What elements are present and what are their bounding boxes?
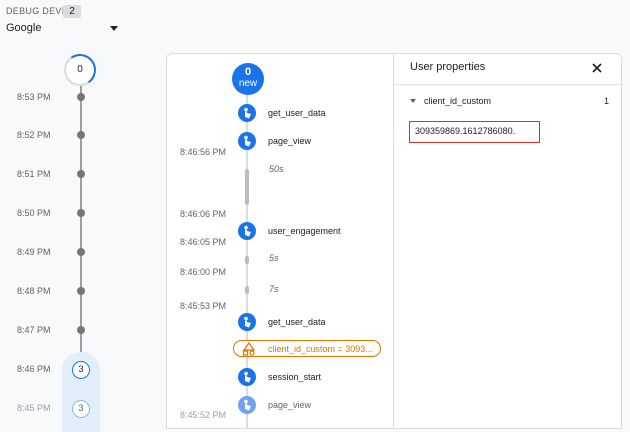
minute-event-count[interactable]: 3 bbox=[72, 361, 90, 379]
event-page-view[interactable]: page_view bbox=[268, 400, 311, 410]
caret-down-icon bbox=[110, 26, 118, 31]
event-timestamp: 8:45:52 PM bbox=[180, 410, 227, 420]
device-select[interactable]: Google bbox=[6, 18, 120, 38]
gap-bar bbox=[245, 286, 249, 294]
event-touch-icon bbox=[238, 132, 256, 150]
minute-event-count[interactable]: 3 bbox=[72, 400, 90, 418]
event-session-start[interactable]: session_start bbox=[268, 372, 321, 382]
user-property-pill[interactable]: client_id_custom = 3093... bbox=[233, 340, 381, 357]
event-touch-icon bbox=[238, 104, 256, 122]
minute-dot[interactable] bbox=[77, 170, 85, 178]
minutes-top-count: 0 bbox=[77, 64, 83, 75]
new-events-badge[interactable]: 0 new bbox=[232, 63, 264, 95]
minute-time: 8:45 PM bbox=[17, 403, 51, 413]
user-property-name[interactable]: client_id_custom bbox=[424, 96, 491, 106]
seconds-stream-panel: 0 new get_user_data page_view 8:46:56 PM… bbox=[166, 53, 393, 429]
event-touch-icon bbox=[238, 396, 256, 414]
user-properties-panel: User properties client_id_custom 1 30935… bbox=[393, 53, 622, 429]
divider bbox=[394, 84, 621, 85]
minute-time: 8:52 PM bbox=[17, 130, 51, 140]
minute-time: 8:53 PM bbox=[17, 92, 51, 102]
user-property-icon bbox=[242, 342, 256, 356]
event-touch-icon bbox=[238, 368, 256, 386]
device-select-value: Google bbox=[6, 22, 42, 34]
minute-dot[interactable] bbox=[77, 326, 85, 334]
minute-dot[interactable] bbox=[77, 248, 85, 256]
event-page-view[interactable]: page_view bbox=[268, 136, 311, 146]
minute-dot[interactable] bbox=[77, 93, 85, 101]
minute-dot[interactable] bbox=[77, 209, 85, 217]
user-property-value: 309359869.1612786080. bbox=[409, 121, 540, 143]
gap-duration: 7s bbox=[269, 284, 279, 294]
minute-dot[interactable] bbox=[77, 287, 85, 295]
minute-time: 8:51 PM bbox=[17, 169, 51, 179]
gap-duration: 50s bbox=[269, 164, 284, 174]
event-get-user-data[interactable]: get_user_data bbox=[268, 108, 326, 118]
event-timestamp: 8:46:06 PM bbox=[180, 209, 227, 219]
new-events-count: 0 bbox=[244, 66, 252, 78]
minute-dot[interactable] bbox=[77, 131, 85, 139]
user-property-count: 1 bbox=[604, 96, 610, 106]
event-touch-icon bbox=[238, 313, 256, 331]
minute-time: 8:47 PM bbox=[17, 325, 51, 335]
event-timestamp: 8:46:00 PM bbox=[180, 267, 227, 277]
new-events-label: new bbox=[238, 78, 258, 89]
minute-time: 8:46 PM bbox=[17, 364, 51, 374]
event-timestamp: 8:45:53 PM bbox=[180, 301, 227, 311]
user-properties-title: User properties bbox=[410, 61, 486, 73]
event-get-user-data[interactable]: get_user_data bbox=[268, 317, 326, 327]
event-user-engagement[interactable]: user_engagement bbox=[268, 226, 341, 236]
minute-time: 8:48 PM bbox=[17, 286, 51, 296]
debug-device-count-badge: 2 bbox=[63, 5, 81, 18]
minute-time: 8:49 PM bbox=[17, 247, 51, 257]
minutes-top-counter[interactable]: 0 bbox=[61, 51, 99, 89]
event-timestamp: 8:46:05 PM bbox=[180, 237, 227, 247]
expand-caret-icon[interactable] bbox=[410, 99, 416, 103]
event-touch-icon bbox=[238, 222, 256, 240]
gap-bar bbox=[245, 169, 249, 205]
minute-time: 8:50 PM bbox=[17, 208, 51, 218]
event-timestamp: 8:46:56 PM bbox=[180, 147, 227, 157]
gap-duration: 5s bbox=[269, 253, 279, 263]
close-icon[interactable] bbox=[590, 61, 604, 75]
gap-bar bbox=[245, 256, 249, 264]
user-property-pill-label: client_id_custom = 3093... bbox=[268, 344, 373, 354]
